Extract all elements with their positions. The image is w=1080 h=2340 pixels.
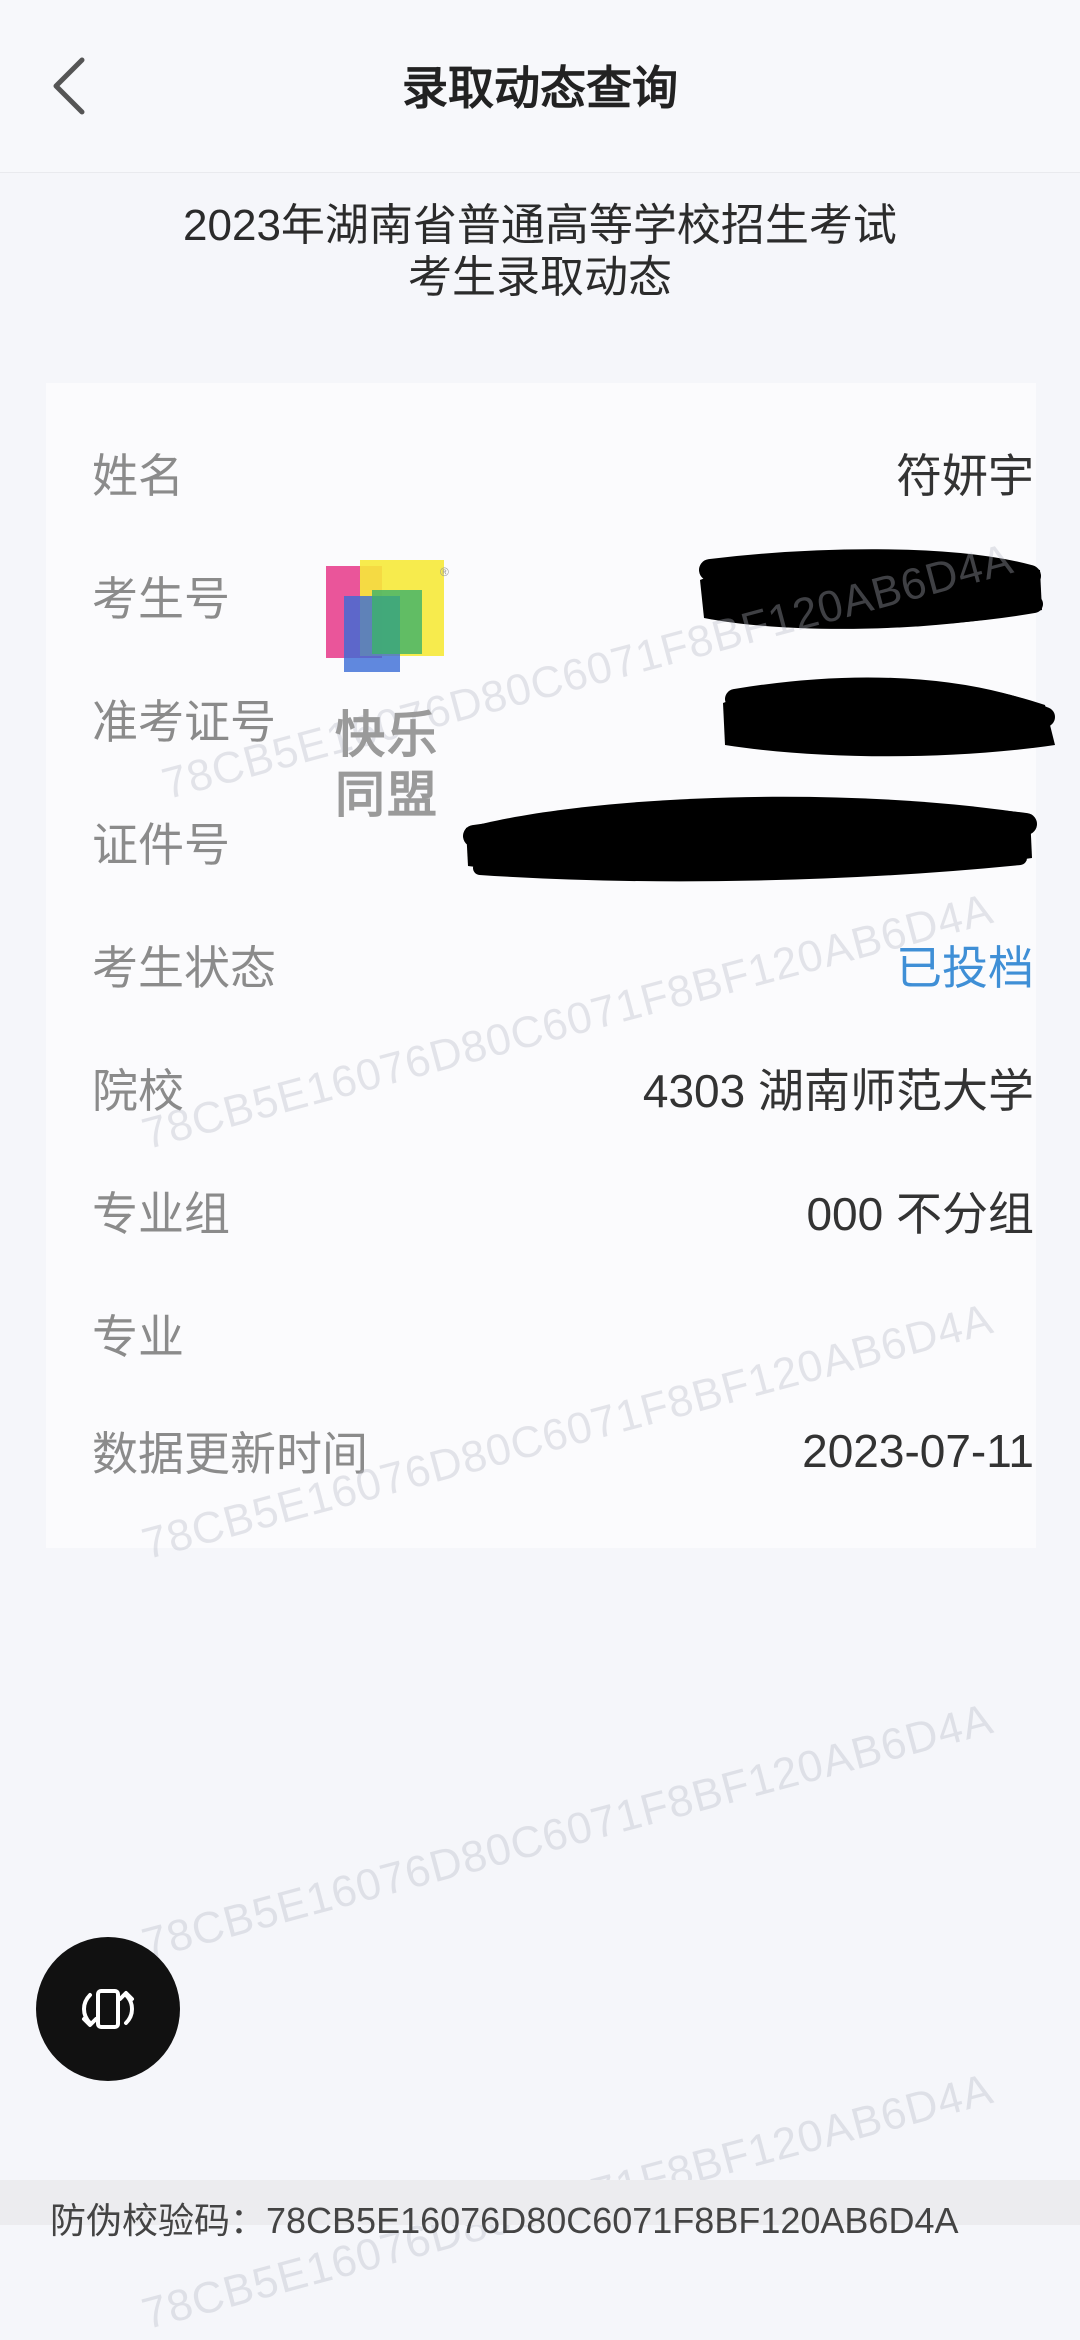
status-label: 考生状态 [92,942,276,994]
kuaile-tongmeng-logo: ® 快乐 同盟 [322,560,462,823]
anti-counterfeit-code: 防伪校验码：78CB5E16076D80C6071F8BF120AB6D4A [50,2200,959,2241]
footer-bar: 防伪校验码：78CB5E16076D80C6071F8BF120AB6D4A [0,2180,1080,2241]
row-name: 姓名 符妍宇 [92,425,1034,521]
svg-text:®: ® [440,565,449,579]
update-time-value: 2023-07-11 [802,1425,1034,1477]
exam-number-label: 考生号 [92,573,230,625]
redaction-admission-ticket [723,677,1055,757]
exam-heading-line2: 考生录取动态 [408,253,672,302]
major-group-label: 专业组 [92,1188,230,1240]
major-group-value: 000 不分组 [806,1188,1034,1240]
major-label: 专业 [92,1311,184,1363]
logo-text-line2: 同盟 [335,767,439,823]
exam-heading: 2023年湖南省普通高等学校招生考试 考生录取动态 [0,200,1080,304]
redaction-id-number [463,796,1037,882]
school-value: 4303 湖南师范大学 [642,1065,1034,1117]
name-label: 姓名 [92,450,184,502]
exam-heading-line1: 2023年湖南省普通高等学校招生考试 [183,201,897,250]
rotate-screen-button[interactable] [36,1937,180,2081]
id-number-label: 证件号 [92,819,230,871]
watermark-text: 78CB5E16076D80C6071F8BF120AB6D4A [137,1694,999,1970]
top-bar: 录取动态查询 [0,0,1080,173]
name-value: 符妍宇 [896,450,1034,502]
page-title: 录取动态查询 [402,62,678,114]
logo-squares-icon: ® [326,560,449,672]
rotate-screen-icon [82,1989,134,2029]
row-major-group: 专业组 000 不分组 [92,1163,1034,1259]
